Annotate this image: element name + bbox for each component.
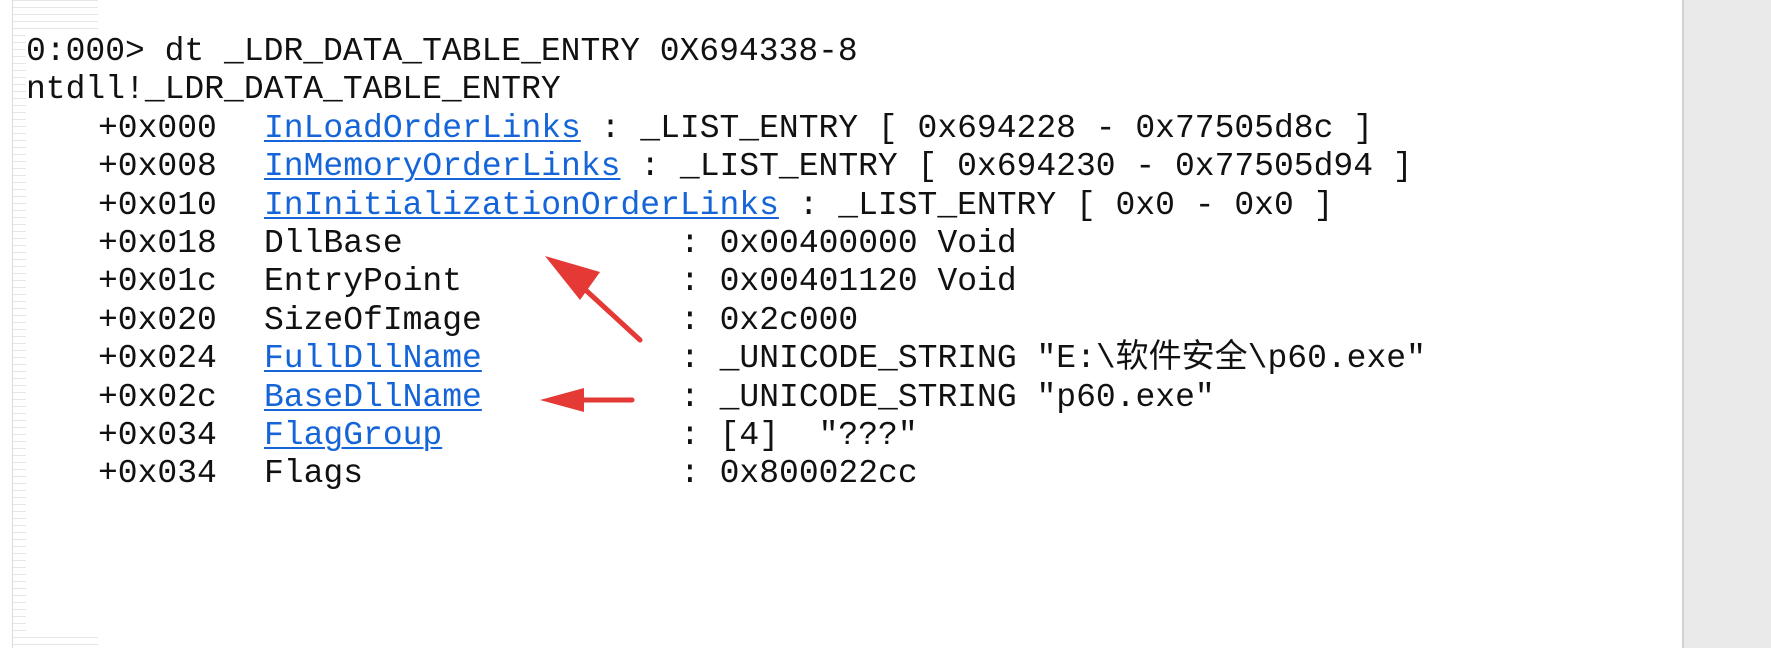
field-row: +0x000 InLoadOrderLinks : _LIST_ENTRY [ 0… xyxy=(26,110,1676,148)
field-offset: +0x010 xyxy=(98,186,217,224)
field-value: : 0x00400000 Void xyxy=(680,224,1017,262)
field-value: : 0x2c000 xyxy=(680,301,859,339)
field-row: +0x034 FlagGroup : [4] "???" xyxy=(26,417,1676,455)
field-row: +0x024 FullDllName : _UNICODE_STRING "E:\软… xyxy=(26,340,1676,378)
field-link-inloadorderlinks[interactable]: InLoadOrderLinks xyxy=(264,110,581,148)
field-row: +0x008 InMemoryOrderLinks : _LIST_ENTRY [… xyxy=(26,148,1676,186)
vertical-scrollbar[interactable] xyxy=(1682,0,1771,648)
field-link-basedllname[interactable]: BaseDllName xyxy=(264,379,482,416)
field-row: +0x02c BaseDllName : _UNICODE_STRING "p60.… xyxy=(26,379,1676,417)
console-text-area[interactable]: 0:000> dt _LDR_DATA_TABLE_ENTRY 0X694338… xyxy=(26,33,1676,633)
field-value: : [4] "???" xyxy=(680,416,918,454)
field-row: +0x018 DllBase : 0x00400000 Void xyxy=(26,225,1676,263)
field-link-inmemoryorderlinks[interactable]: InMemoryOrderLinks xyxy=(264,148,620,186)
debugger-output-window: 0:000> dt _LDR_DATA_TABLE_ENTRY 0X694338… xyxy=(0,0,1771,648)
field-offset: +0x01c xyxy=(98,263,217,301)
field-name-dllbase: DllBase xyxy=(264,224,403,262)
field-name-entrypoint: EntryPoint xyxy=(264,263,463,301)
field-value: : 0x00401120 Void xyxy=(680,263,1017,301)
field-row: +0x034 Flags : 0x800022cc xyxy=(26,455,1676,493)
field-offset: +0x034 xyxy=(98,455,217,493)
field-link-ininitializationorderlinks[interactable]: InInitializationOrderLinks xyxy=(264,187,779,225)
field-offset: +0x008 xyxy=(98,148,217,186)
field-offset: +0x000 xyxy=(98,109,217,147)
field-value: : 0x800022cc xyxy=(680,455,918,493)
field-value: : _UNICODE_STRING "p60.exe" xyxy=(680,378,1215,416)
field-row: +0x01c EntryPoint : 0x00401120 Void xyxy=(26,263,1676,301)
field-value: : _LIST_ENTRY [ 0x694230 - 0x77505d94 ] xyxy=(640,148,1413,186)
field-name-flags: Flags xyxy=(264,455,364,493)
field-row: +0x010 InInitializationOrderLinks : _LIST… xyxy=(26,187,1676,225)
field-name-sizeofimage: SizeOfImage xyxy=(264,301,482,339)
field-link-fulldllname[interactable]: FullDllName xyxy=(264,340,482,377)
field-link-flaggroup[interactable]: FlagGroup xyxy=(264,417,442,454)
gutter-border xyxy=(12,0,13,648)
field-offset: +0x024 xyxy=(98,340,217,378)
field-row: +0x020 SizeOfImage : 0x2c000 xyxy=(26,302,1676,340)
field-offset: +0x02c xyxy=(98,378,217,416)
field-offset: +0x018 xyxy=(98,224,217,262)
field-offset: +0x034 xyxy=(98,416,217,454)
field-value: : _LIST_ENTRY [ 0x694228 - 0x77505d8c ] xyxy=(600,109,1373,147)
type-header: ntdll!_LDR_DATA_TABLE_ENTRY xyxy=(26,71,561,109)
field-value: : _UNICODE_STRING "E:\软件安全\p60.exe" xyxy=(680,340,1426,378)
command-line: 0:000> dt _LDR_DATA_TABLE_ENTRY 0X694338… xyxy=(26,33,858,70)
field-value: : _LIST_ENTRY [ 0x0 - 0x0 ] xyxy=(798,186,1334,224)
field-offset: +0x020 xyxy=(98,301,217,339)
